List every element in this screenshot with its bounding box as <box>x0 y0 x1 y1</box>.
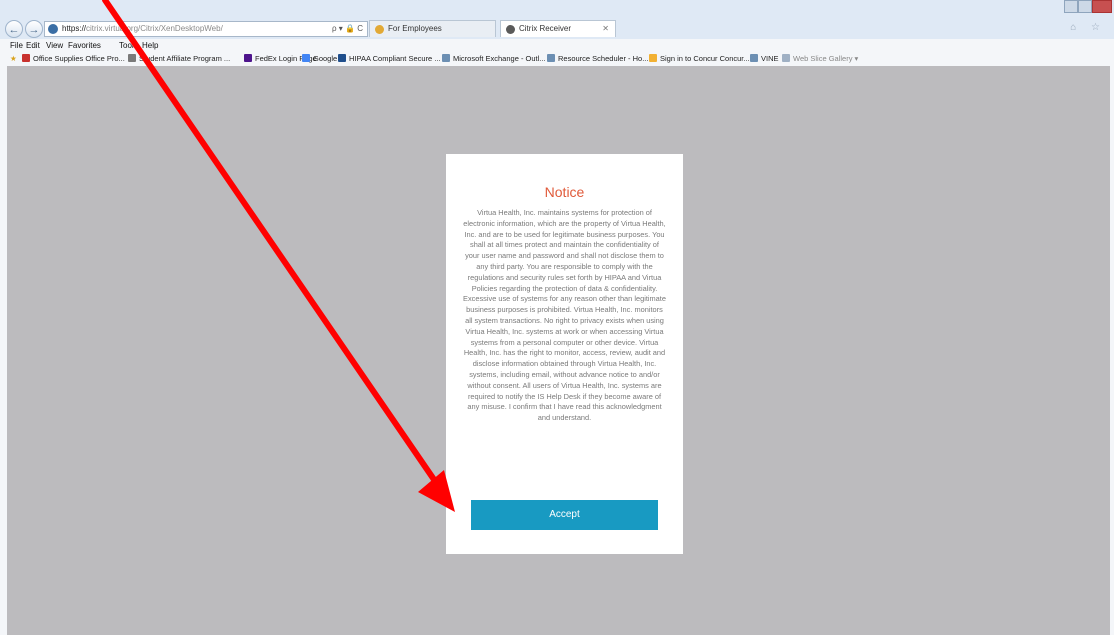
favorites-bar: ★ Office Supplies Office Pro... Student … <box>0 52 1114 66</box>
tab-label: Citrix Receiver <box>519 24 572 33</box>
favorite-vine[interactable]: VINE <box>750 52 779 66</box>
address-bar[interactable]: https://citrix.virtua.org/Citrix/XenDesk… <box>44 21 368 37</box>
menu-edit[interactable]: Edit <box>26 39 40 52</box>
notice-title: Notice <box>544 184 585 200</box>
address-url: citrix.virtua.org/Citrix/XenDesktopWeb/ <box>86 24 223 33</box>
tab-favicon-icon <box>506 25 515 34</box>
fav-icon <box>128 54 136 62</box>
favorite-label: Google <box>313 54 338 63</box>
favorite-google[interactable]: Google <box>302 52 337 66</box>
menu-file[interactable]: File <box>10 39 23 52</box>
window-frame-left <box>0 66 7 635</box>
favorite-label: Sign in to Concur Concur... <box>660 54 750 63</box>
fav-icon <box>649 54 657 62</box>
fav-icon <box>782 54 790 62</box>
maximize-button[interactable] <box>1078 0 1092 13</box>
site-globe-icon <box>48 24 58 34</box>
favorite-label: HIPAA Compliant Secure ... <box>349 54 441 63</box>
close-window-button[interactable] <box>1092 0 1112 13</box>
notice-body: Virtua Health, Inc. maintains systems fo… <box>463 208 666 423</box>
notice-card: Notice Virtua Health, Inc. maintains sys… <box>446 154 683 554</box>
fav-icon <box>302 54 310 62</box>
favorites-star-icon[interactable]: ★ <box>10 52 17 66</box>
accept-button[interactable]: Accept <box>471 500 658 530</box>
favorite-label: Microsoft Exchange - Outl... <box>453 54 546 63</box>
window-frame-right <box>1110 66 1114 635</box>
home-favorites-icons[interactable]: ⌂ ☆ <box>1070 22 1106 33</box>
menu-view[interactable]: View <box>46 39 63 52</box>
fav-icon <box>244 54 252 62</box>
forward-arrow-icon: → <box>28 24 40 36</box>
favorite-resource-scheduler[interactable]: Resource Scheduler - Ho... <box>547 52 648 66</box>
tab-citrix-receiver[interactable]: Citrix Receiver ✕ <box>500 20 616 37</box>
favorite-student-affiliate[interactable]: Student Affiliate Program ... <box>128 52 230 66</box>
forward-button[interactable]: → <box>25 20 43 38</box>
minimize-button[interactable] <box>1064 0 1078 13</box>
back-button[interactable]: ← <box>5 20 23 38</box>
back-arrow-icon: ← <box>8 24 20 36</box>
fav-icon <box>750 54 758 62</box>
window-controls <box>1064 0 1114 15</box>
fav-icon <box>547 54 555 62</box>
tab-label: For Employees <box>388 24 442 33</box>
menu-tools[interactable]: Tools <box>119 39 138 52</box>
fav-icon <box>338 54 346 62</box>
menu-favorites[interactable]: Favorites <box>68 39 101 52</box>
favorite-office-supplies[interactable]: Office Supplies Office Pro... <box>22 52 125 66</box>
favorite-label: Resource Scheduler - Ho... <box>558 54 649 63</box>
fav-icon <box>442 54 450 62</box>
favorite-exchange[interactable]: Microsoft Exchange - Outl... <box>442 52 546 66</box>
browser-chrome: ← → https://citrix.virtua.org/Citrix/Xen… <box>0 0 1114 66</box>
tab-favicon-icon <box>375 25 384 34</box>
favorite-hipaa[interactable]: HIPAA Compliant Secure ... <box>338 52 441 66</box>
favorite-label: Student Affiliate Program ... <box>139 54 231 63</box>
menu-bar: File Edit View Favorites Tools Help <box>0 39 1114 52</box>
tab-close-icon[interactable]: ✕ <box>602 21 609 37</box>
menu-help[interactable]: Help <box>142 39 158 52</box>
favorite-web-slice-gallery[interactable]: Web Slice Gallery ▾ <box>782 52 858 66</box>
fav-icon <box>22 54 30 62</box>
address-tools[interactable]: ρ ▾ 🔒 C <box>332 22 363 36</box>
favorite-concur[interactable]: Sign in to Concur Concur... <box>649 52 750 66</box>
favorite-label: Office Supplies Office Pro... <box>33 54 125 63</box>
tab-for-employees[interactable]: For Employees <box>369 20 496 37</box>
favorite-label: VINE <box>761 54 779 63</box>
favorite-label: Web Slice Gallery ▾ <box>793 54 859 63</box>
